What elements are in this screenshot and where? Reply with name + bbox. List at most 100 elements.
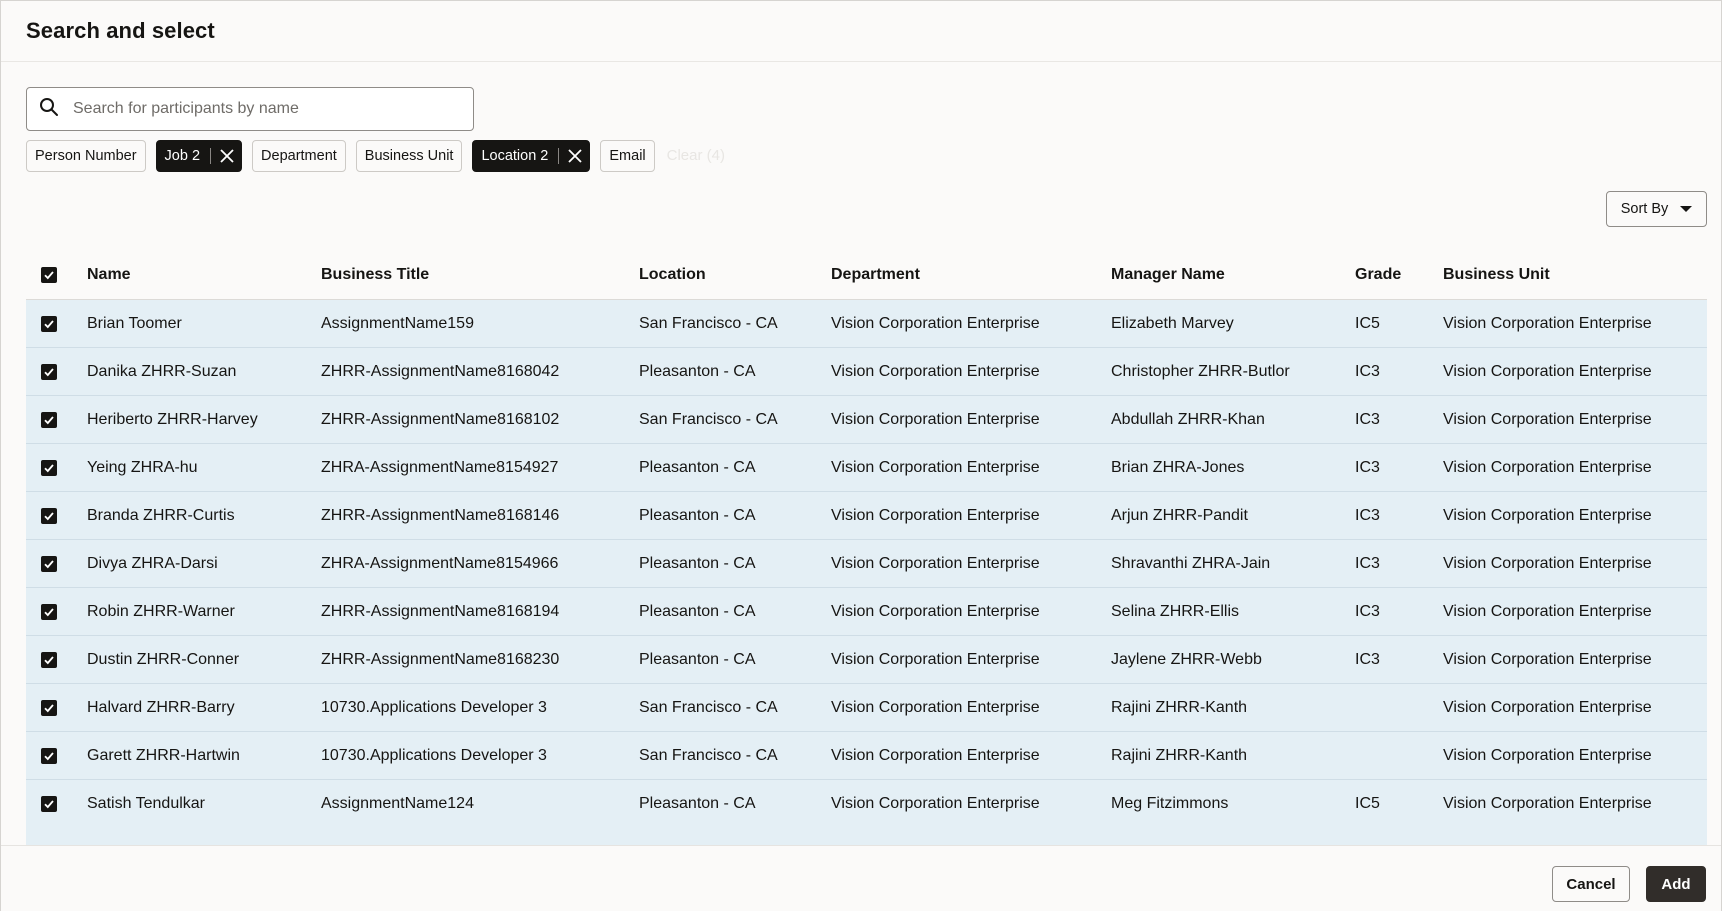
row-checkbox[interactable]: [41, 411, 57, 428]
checkmark-icon: [44, 799, 54, 808]
row-checkbox[interactable]: [41, 363, 57, 380]
cell-manager-name: Elizabeth Marvey: [1111, 314, 1234, 332]
cell-manager-name: Rajini ZHRR-Kanth: [1111, 746, 1248, 764]
row-select-cell: [26, 411, 87, 428]
filter-chip-location[interactable]: Location 2: [472, 139, 591, 172]
cell-business-unit: Vision Corporation Enterprise: [1443, 698, 1652, 716]
cell-department: Vision Corporation Enterprise: [831, 698, 1040, 716]
search-field[interactable]: [26, 87, 474, 131]
select-all-cell: [26, 267, 87, 283]
row-select-cell: [26, 795, 87, 812]
column-header-business-title[interactable]: Business Title: [321, 266, 639, 284]
row-checkbox[interactable]: [41, 555, 57, 572]
cell-business-title: AssignmentName159: [321, 314, 474, 332]
row-select-cell: [26, 363, 87, 380]
cell-department: Vision Corporation Enterprise: [831, 410, 1040, 428]
dialog-footer: Cancel Add: [1, 845, 1721, 911]
cell-manager-name: Rajini ZHRR-Kanth: [1111, 698, 1248, 716]
add-button[interactable]: Add: [1646, 866, 1706, 902]
checkmark-icon: [44, 271, 54, 280]
table-row[interactable]: Robin ZHRR-Warner ZHRR-AssignmentName8168…: [26, 588, 1707, 636]
caret-down-icon: [1680, 206, 1693, 212]
cell-business-title: ZHRR-AssignmentName8168102: [321, 410, 560, 428]
column-header-business-unit[interactable]: Business Unit: [1443, 266, 1707, 284]
cell-location: Pleasanton - CA: [639, 458, 756, 476]
cell-department: Vision Corporation Enterprise: [831, 314, 1040, 332]
table-row[interactable]: Yeing ZHRA-hu ZHRA-AssignmentName8154927 P…: [26, 444, 1707, 492]
chip-divider: [558, 147, 560, 164]
cell-location: Pleasanton - CA: [639, 554, 756, 572]
table-row[interactable]: Garett ZHRR-Hartwin 10730.Applications De…: [26, 732, 1707, 780]
row-checkbox[interactable]: [41, 795, 57, 812]
cell-business-title: 10730.Applications Developer 3: [321, 698, 547, 716]
cell-business-title: ZHRA-AssignmentName8154927: [321, 458, 559, 476]
cell-location: Pleasanton - CA: [639, 506, 756, 524]
table-row[interactable]: Satish Tendulkar AssignmentName124 Pleasan…: [26, 780, 1707, 828]
checkmark-icon: [44, 367, 54, 376]
filter-chip-department[interactable]: Department: [252, 139, 346, 172]
search-input[interactable]: [73, 100, 453, 118]
table-row[interactable]: Dustin ZHRR-Conner ZHRR-AssignmentName816…: [26, 636, 1707, 684]
row-checkbox[interactable]: [41, 507, 57, 524]
cell-department: Vision Corporation Enterprise: [831, 458, 1040, 476]
cell-business-unit: Vision Corporation Enterprise: [1443, 506, 1652, 524]
column-header-name[interactable]: Name: [87, 266, 321, 284]
select-all-checkbox[interactable]: [41, 267, 57, 283]
cell-name: Dustin ZHRR-Conner: [87, 650, 240, 668]
column-header-department[interactable]: Department: [831, 266, 1111, 284]
cell-manager-name: Shravanthi ZHRA-Jain: [1111, 554, 1271, 572]
table-row[interactable]: Danika ZHRR-Suzan ZHRR-AssignmentName8168…: [26, 348, 1707, 396]
cell-grade: IC3: [1355, 554, 1380, 572]
checkmark-icon: [44, 559, 54, 568]
cell-location: Pleasanton - CA: [639, 602, 756, 620]
cell-business-unit: Vision Corporation Enterprise: [1443, 458, 1652, 476]
cell-department: Vision Corporation Enterprise: [831, 746, 1040, 764]
row-checkbox[interactable]: [41, 459, 57, 476]
cell-name: Garett ZHRR-Hartwin: [87, 746, 240, 764]
chip-label: Email: [609, 147, 646, 164]
cell-business-title: ZHRR-AssignmentName8168146: [321, 506, 560, 524]
cell-department: Vision Corporation Enterprise: [831, 362, 1040, 380]
sort-by-button[interactable]: Sort By: [1606, 191, 1707, 227]
chip-label: Person Number: [35, 147, 137, 164]
close-icon[interactable]: [565, 146, 585, 166]
row-select-cell: [26, 699, 87, 716]
cell-business-title: ZHRA-AssignmentName8154966: [321, 554, 559, 572]
cell-business-title: ZHRR-AssignmentName8168042: [321, 362, 560, 380]
row-select-cell: [26, 747, 87, 764]
cell-business-unit: Vision Corporation Enterprise: [1443, 602, 1652, 620]
column-header-manager-name[interactable]: Manager Name: [1111, 266, 1355, 284]
cell-business-title: ZHRR-AssignmentName8168194: [321, 602, 560, 620]
filter-chip-business-unit[interactable]: Business Unit: [355, 139, 463, 172]
table-row[interactable]: Divya ZHRA-Darsi ZHRA-AssignmentName81549…: [26, 540, 1707, 588]
row-checkbox[interactable]: [41, 699, 57, 716]
row-checkbox[interactable]: [41, 651, 57, 668]
close-icon[interactable]: [217, 146, 237, 166]
table-row[interactable]: Branda ZHRR-Curtis ZHRR-AssignmentName816…: [26, 492, 1707, 540]
table-row[interactable]: Heriberto ZHRR-Harvey ZHRR-AssignmentName…: [26, 396, 1707, 444]
cell-business-unit: Vision Corporation Enterprise: [1443, 362, 1652, 380]
cell-grade: IC3: [1355, 458, 1380, 476]
filter-chip-job[interactable]: Job 2: [155, 139, 243, 172]
cancel-button[interactable]: Cancel: [1552, 866, 1630, 902]
cell-grade: IC5: [1355, 794, 1380, 812]
cell-location: Pleasanton - CA: [639, 650, 756, 668]
cell-name: Heriberto ZHRR-Harvey: [87, 410, 258, 428]
filter-chip-person-number[interactable]: Person Number: [26, 139, 146, 172]
row-checkbox[interactable]: [41, 315, 57, 332]
cell-grade: IC5: [1355, 314, 1380, 332]
checkmark-icon: [44, 415, 54, 424]
table-row[interactable]: Halvard ZHRR-Barry 10730.Applications Dev…: [26, 684, 1707, 732]
clear-filters-link[interactable]: Clear (4): [667, 147, 725, 164]
row-checkbox[interactable]: [41, 747, 57, 764]
cell-business-unit: Vision Corporation Enterprise: [1443, 410, 1652, 428]
cell-manager-name: Meg Fitzimmons: [1111, 794, 1229, 812]
table-row[interactable]: Brian Toomer AssignmentName159 San Francis…: [26, 300, 1707, 348]
cell-name: Satish Tendulkar: [87, 794, 205, 812]
row-checkbox[interactable]: [41, 603, 57, 620]
row-select-cell: [26, 603, 87, 620]
column-header-grade[interactable]: Grade: [1355, 266, 1443, 284]
column-header-location[interactable]: Location: [639, 266, 831, 284]
filter-chip-email[interactable]: Email: [600, 139, 655, 172]
cell-name: Danika ZHRR-Suzan: [87, 362, 237, 380]
